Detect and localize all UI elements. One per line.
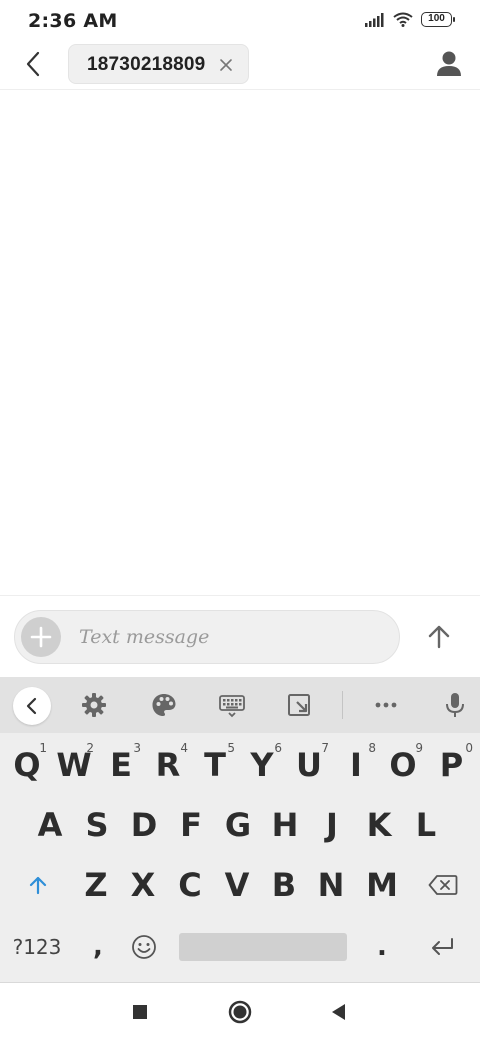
recipient-chip[interactable]: 18730218809: [68, 44, 249, 84]
symbols-key[interactable]: ?123: [4, 917, 70, 977]
key-j[interactable]: J: [310, 797, 354, 853]
microphone-icon[interactable]: [441, 691, 469, 719]
key-k[interactable]: K: [357, 797, 401, 853]
key-h[interactable]: H: [263, 797, 307, 853]
backspace-icon: [428, 875, 458, 895]
keyboard-toolbar: [0, 677, 480, 733]
recipient-number: 18730218809: [87, 54, 206, 75]
gear-icon[interactable]: [80, 691, 108, 719]
back-button[interactable]: [18, 48, 50, 80]
key-z[interactable]: Z: [74, 857, 118, 913]
key-a[interactable]: A: [28, 797, 72, 853]
key-y[interactable]: Y6: [240, 737, 284, 793]
more-icon[interactable]: [372, 691, 400, 719]
space-key[interactable]: [179, 933, 347, 961]
key-r[interactable]: R4: [146, 737, 190, 793]
close-icon[interactable]: [218, 57, 234, 73]
arrow-up-icon: [428, 625, 450, 649]
toolbar-collapse-button[interactable]: [13, 687, 51, 725]
keyboard-icon[interactable]: [218, 691, 246, 719]
key-g[interactable]: G: [216, 797, 260, 853]
backspace-key[interactable]: [415, 857, 471, 913]
key-w[interactable]: W2: [52, 737, 96, 793]
status-bar: 2:36 AM 100: [0, 0, 480, 42]
home-circle-icon[interactable]: [226, 998, 254, 1026]
compose-bar: [0, 595, 480, 677]
key-c[interactable]: C: [168, 857, 212, 913]
emoji-key[interactable]: [122, 917, 166, 977]
compose-field: [14, 610, 400, 664]
status-icons: 100: [365, 12, 455, 27]
palette-icon[interactable]: [150, 691, 178, 719]
key-m[interactable]: M: [356, 857, 408, 913]
key-p[interactable]: P0: [428, 737, 475, 793]
back-triangle-icon[interactable]: [325, 998, 353, 1026]
key-u[interactable]: U7: [287, 737, 331, 793]
toolbar-divider: [342, 691, 343, 719]
key-e[interactable]: E3: [99, 737, 143, 793]
recents-square-icon[interactable]: [126, 998, 154, 1026]
key-o[interactable]: O9: [381, 737, 425, 793]
key-b[interactable]: B: [262, 857, 306, 913]
shift-arrow-icon: [29, 876, 47, 895]
comma-key[interactable]: ,: [76, 917, 120, 977]
conversation-area: [0, 91, 480, 595]
emoji-icon: [132, 935, 156, 959]
signal-icon: [365, 12, 384, 27]
period-key[interactable]: .: [360, 917, 404, 977]
enter-icon: [432, 938, 453, 955]
add-contact-button[interactable]: [434, 48, 464, 80]
send-button[interactable]: [420, 618, 458, 656]
wifi-icon: [393, 12, 413, 27]
key-i[interactable]: I8: [334, 737, 378, 793]
enter-key[interactable]: [414, 917, 470, 977]
status-time: 2:36 AM: [28, 10, 118, 32]
message-input[interactable]: [79, 611, 389, 663]
keyboard: Q1 W2 E3 R4 T5 Y6 U7 I8 O9 P0 A S D F G …: [0, 677, 480, 982]
resize-icon[interactable]: [286, 691, 314, 719]
key-q[interactable]: Q1: [5, 737, 49, 793]
navigation-bar: [0, 982, 480, 1040]
attach-button[interactable]: [21, 617, 61, 657]
key-f[interactable]: F: [169, 797, 213, 853]
key-n[interactable]: N: [309, 857, 353, 913]
key-s[interactable]: S: [75, 797, 119, 853]
battery-icon: 100: [421, 12, 455, 27]
key-t[interactable]: T5: [193, 737, 237, 793]
conversation-header: 18730218809: [0, 42, 480, 90]
key-x[interactable]: X: [121, 857, 165, 913]
key-v[interactable]: V: [215, 857, 259, 913]
person-icon: [437, 51, 461, 76]
key-d[interactable]: D: [122, 797, 166, 853]
shift-key[interactable]: [10, 857, 66, 913]
chevron-left-icon: [26, 697, 37, 715]
key-l[interactable]: L: [404, 797, 448, 853]
chevron-left-icon: [26, 51, 40, 77]
plus-icon: [30, 626, 52, 648]
